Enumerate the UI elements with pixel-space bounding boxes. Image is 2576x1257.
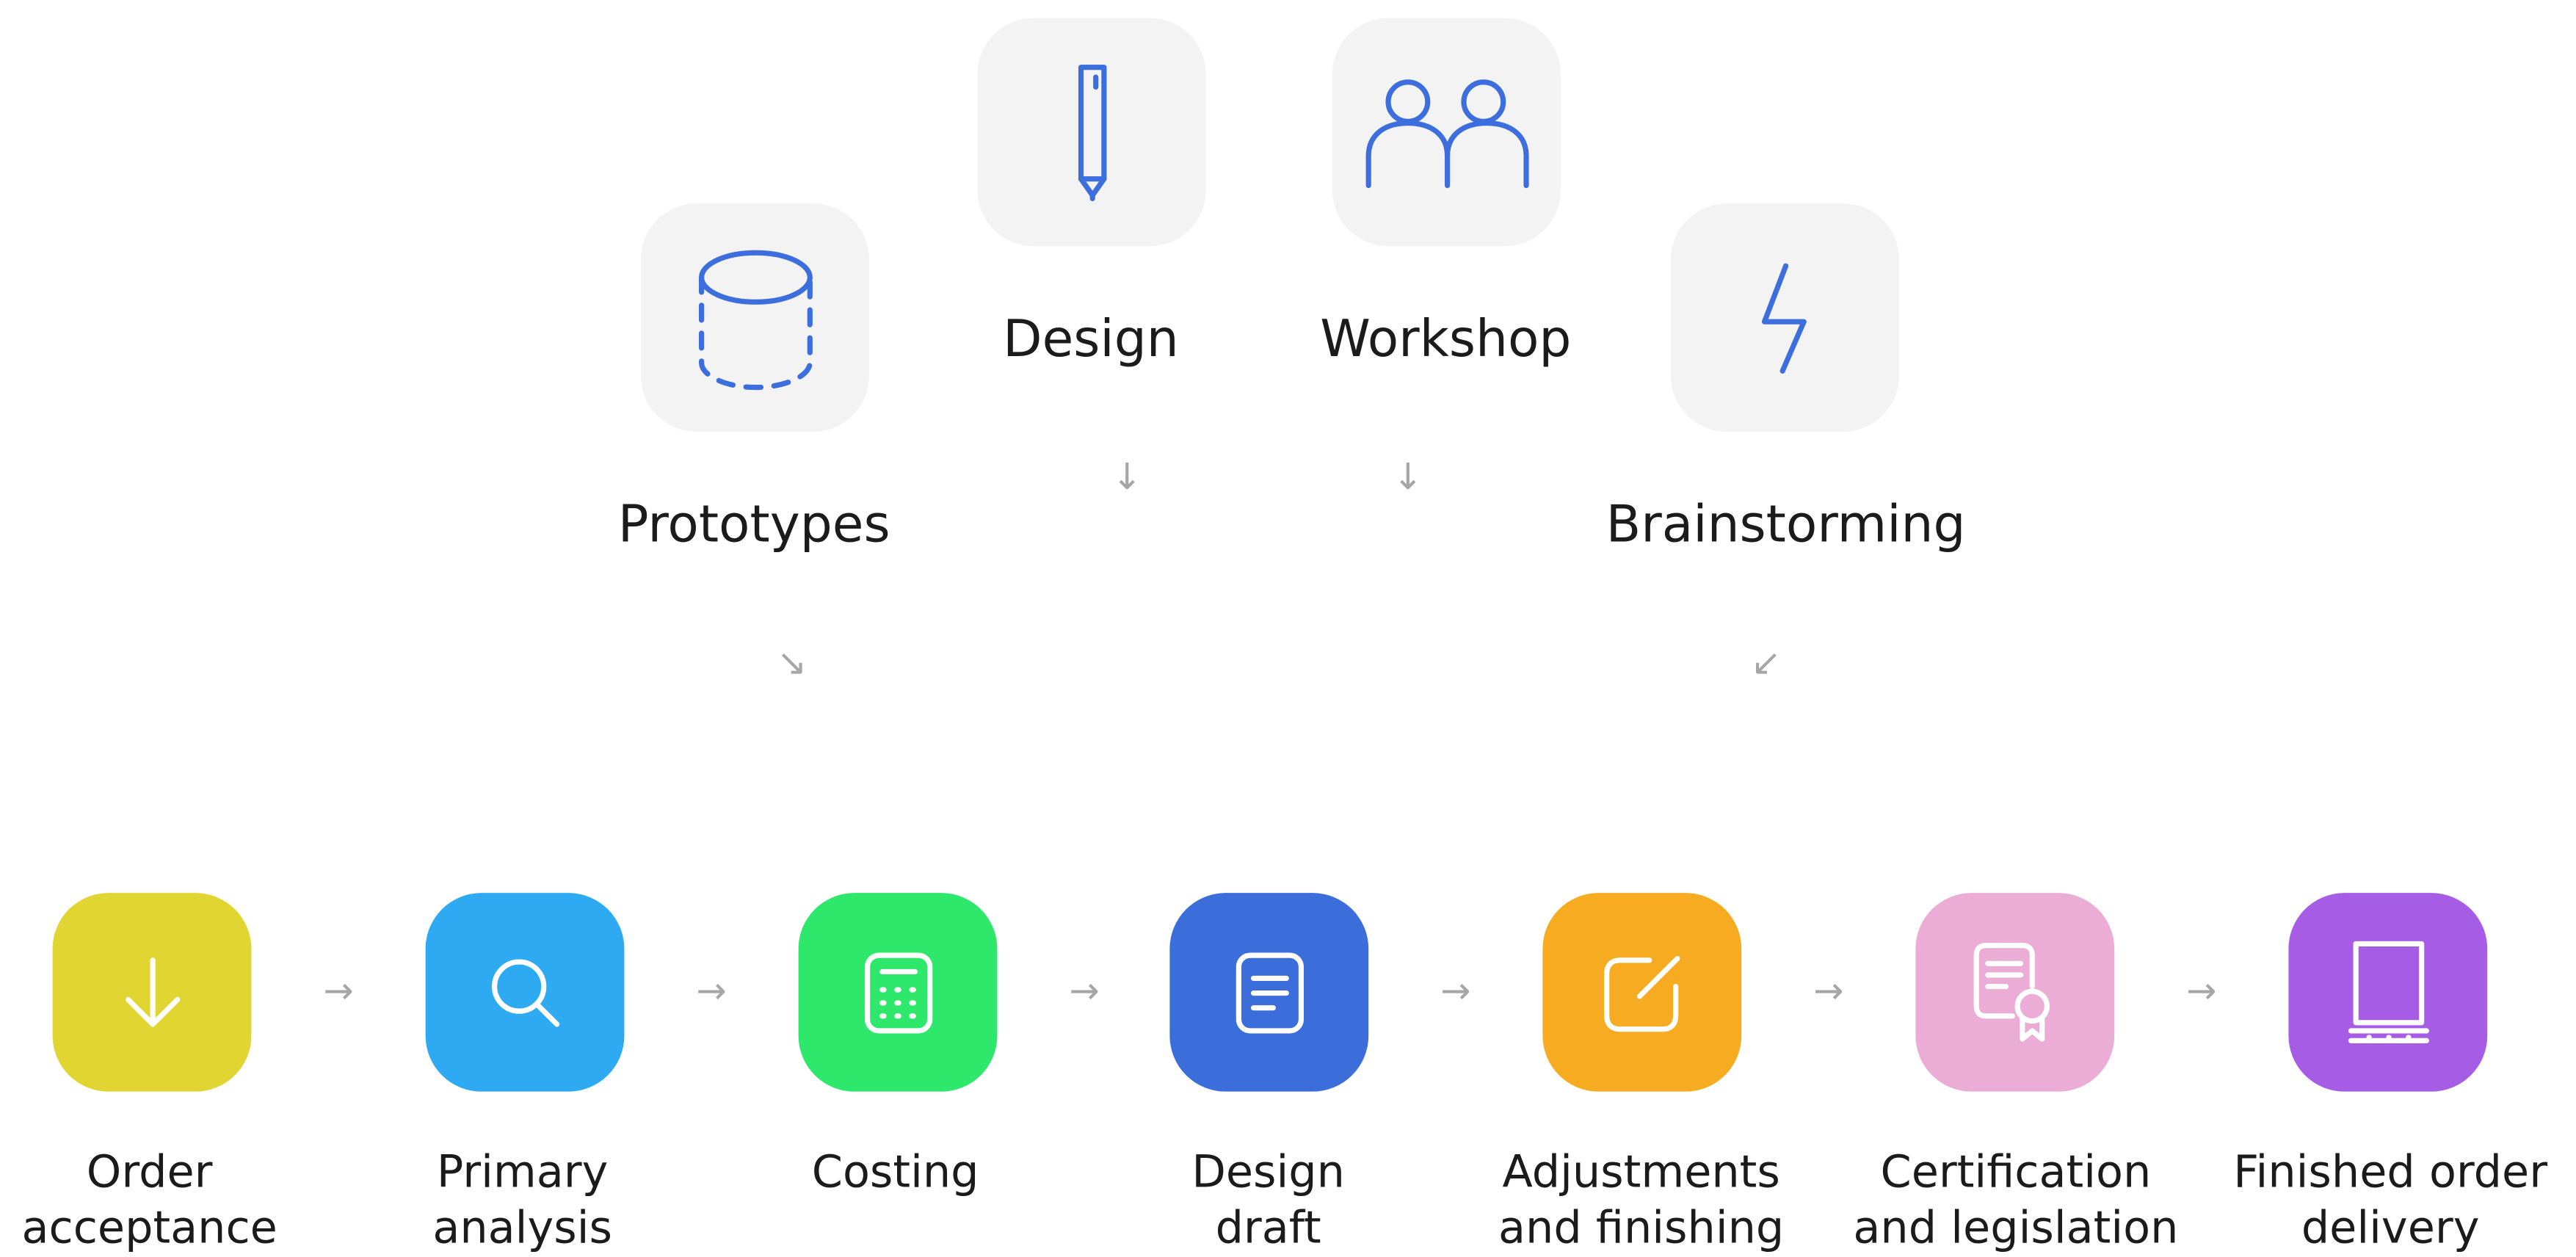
prototypes-tile [640,203,869,432]
lightning-icon [1760,262,1806,373]
design-arrow: ↓ [1111,457,1142,499]
costing-label: Costing [812,1145,979,1201]
flow-arrow: → [1069,971,1100,1013]
adjustments-label: Adjustments and finishing [1498,1145,1784,1257]
brainstorming-arrow: ↙ [1751,643,1782,685]
label-line: acceptance [21,1203,277,1254]
download-arrow-icon [124,957,180,1026]
people-icon [1365,79,1528,188]
finished-delivery-tile [2288,893,2488,1092]
adjustments-tile [1542,893,1742,1092]
flow-arrow: → [2186,971,2217,1013]
label-line: Costing [811,1147,979,1198]
label-line: and legislation [1853,1203,2179,1254]
flow-arrow: → [696,971,727,1013]
design-tile [977,18,1206,247]
label-line: draft [1215,1203,1321,1254]
label-line: Finished order [2233,1147,2548,1198]
finished-delivery-label: Finished order delivery [2233,1145,2547,1257]
workshop-arrow: ↓ [1393,457,1423,499]
prototypes-label: Prototypes [617,496,890,555]
flow-arrow: → [1440,971,1471,1013]
workshop-label: Workshop [1320,310,1572,370]
brainstorming-label: Brainstorming [1606,496,1966,555]
certification-label: Certification and legislation [1853,1145,2178,1257]
flow-arrow: → [1813,971,1844,1013]
document-icon [1235,952,1303,1033]
costing-tile [798,893,998,1092]
label-line: and finishing [1498,1203,1785,1254]
prototypes-arrow: ↘ [777,643,808,685]
primary-analysis-label: Primary analysis [432,1145,612,1257]
label-line: Certification [1880,1147,2152,1198]
order-acceptance-tile [52,893,252,1092]
design-draft-label: Design draft [1191,1145,1345,1257]
label-line: Design [1191,1147,1345,1198]
primary-analysis-tile [425,893,625,1092]
search-icon [490,958,559,1026]
calculator-icon [863,952,932,1033]
pencil-icon [1077,63,1106,200]
certificate-icon [1973,942,2049,1041]
tablet-icon [2347,940,2428,1043]
order-acceptance-label: Order acceptance [21,1145,277,1257]
label-line: Primary [436,1147,609,1198]
design-draft-tile [1169,893,1369,1092]
label-line: analysis [432,1203,612,1254]
edit-icon [1603,954,1680,1032]
database-icon [697,249,812,390]
design-label: Design [1003,310,1179,370]
brainstorming-tile [1670,203,1900,432]
workshop-tile [1332,18,1561,247]
process-diagram: Prototypes Design Workshop Brainstorming… [0,0,2576,1254]
label-line: Order [86,1147,213,1198]
certification-tile [1915,893,2115,1092]
label-line: delivery [2301,1203,2480,1254]
label-line: Adjustments [1502,1147,1780,1198]
flow-arrow: → [323,971,354,1013]
